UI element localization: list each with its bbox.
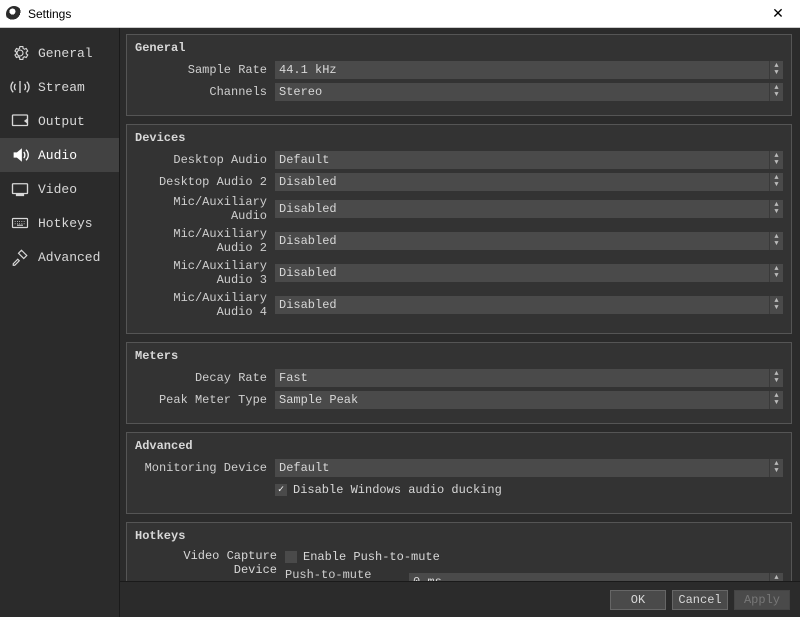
sample-rate-value: 44.1 kHz: [279, 63, 337, 77]
select-value: Sample Peak: [279, 393, 358, 407]
disable-ducking-checkbox[interactable]: ✓ Disable Windows audio ducking: [275, 483, 783, 497]
select-value: Default: [279, 461, 329, 475]
enable-ptm-checkbox[interactable]: Enable Push-to-mute: [285, 550, 440, 564]
sidebar-item-advanced[interactable]: Advanced: [0, 240, 119, 274]
decay-rate-select[interactable]: Fast ▲▼: [275, 369, 783, 387]
sidebar-item-stream[interactable]: Stream: [0, 70, 119, 104]
mic3-label: Mic/Auxiliary Audio 3: [135, 259, 275, 287]
updown-icon: ▲▼: [769, 151, 783, 169]
spin-value: 0 ms: [413, 575, 442, 581]
window-title: Settings: [28, 7, 762, 21]
sidebar-item-video[interactable]: Video: [0, 172, 119, 206]
group-advanced: Advanced Monitoring Device Default ▲▼ ✓ Dis…: [126, 432, 792, 514]
hotkey-device1-label: Video Capture Device: [135, 549, 285, 577]
gear-icon: [10, 44, 30, 62]
updown-icon: ▲▼: [769, 391, 783, 409]
group-hotkeys: Hotkeys Video Capture Device Enable Push…: [126, 522, 792, 581]
select-value: Disabled: [279, 234, 337, 248]
sample-rate-select[interactable]: 44.1 kHz ▲▼: [275, 61, 783, 79]
sidebar-item-label: Video: [38, 182, 77, 197]
audio-icon: [10, 146, 30, 164]
select-value: Disabled: [279, 202, 337, 216]
sidebar-item-label: Audio: [38, 148, 77, 163]
sidebar-item-label: General: [38, 46, 93, 61]
stream-icon: [10, 78, 30, 96]
keyboard-icon: [10, 214, 30, 232]
monitoring-device-select[interactable]: Default ▲▼: [275, 459, 783, 477]
sample-rate-label: Sample Rate: [135, 63, 275, 77]
channels-value: Stereo: [279, 85, 322, 99]
mic1-label: Mic/Auxiliary Audio: [135, 195, 275, 223]
updown-icon: ▲▼: [769, 264, 783, 282]
mic4-label: Mic/Auxiliary Audio 4: [135, 291, 275, 319]
sidebar-item-label: Output: [38, 114, 85, 129]
sidebar-item-label: Hotkeys: [38, 216, 93, 231]
app-icon: [6, 6, 22, 22]
ptm-delay-label: Push-to-mute delay: [285, 568, 405, 581]
tools-icon: [10, 248, 30, 266]
mic3-select[interactable]: Disabled ▲▼: [275, 264, 783, 282]
updown-icon: ▲▼: [769, 200, 783, 218]
cancel-button[interactable]: Cancel: [672, 590, 728, 610]
checkbox-label: Disable Windows audio ducking: [293, 483, 502, 497]
desktop-audio-label: Desktop Audio: [135, 153, 275, 167]
close-icon[interactable]: ✕: [762, 5, 794, 22]
updown-icon: ▲▼: [769, 369, 783, 387]
desktop-audio2-label: Desktop Audio 2: [135, 175, 275, 189]
updown-icon: ▲▼: [769, 296, 783, 314]
sidebar-item-label: Stream: [38, 80, 85, 95]
group-title: General: [135, 39, 783, 61]
ok-button[interactable]: OK: [610, 590, 666, 610]
channels-label: Channels: [135, 85, 275, 99]
output-icon: [10, 112, 30, 130]
apply-button[interactable]: Apply: [734, 590, 790, 610]
checkbox-icon: [285, 551, 297, 563]
monitoring-device-label: Monitoring Device: [135, 461, 275, 475]
mic1-select[interactable]: Disabled ▲▼: [275, 200, 783, 218]
peak-meter-select[interactable]: Sample Peak ▲▼: [275, 391, 783, 409]
group-title: Advanced: [135, 437, 783, 459]
settings-scroll-area[interactable]: General Sample Rate 44.1 kHz▲▼ Channels …: [120, 28, 800, 581]
sidebar-item-audio[interactable]: Audio: [0, 138, 119, 172]
mic2-select[interactable]: Disabled ▲▼: [275, 232, 783, 250]
channels-select[interactable]: Stereo ▲▼: [275, 83, 783, 101]
peak-meter-label: Peak Meter Type: [135, 393, 275, 407]
select-value: Disabled: [279, 175, 337, 189]
updown-icon: ▲▼: [769, 459, 783, 477]
updown-icon: ▲▼: [769, 61, 783, 79]
titlebar: Settings ✕: [0, 0, 800, 28]
sidebar-item-hotkeys[interactable]: Hotkeys: [0, 206, 119, 240]
select-value: Disabled: [279, 298, 337, 312]
mic4-select[interactable]: Disabled ▲▼: [275, 296, 783, 314]
checkbox-checked-icon: ✓: [275, 484, 287, 496]
group-title: Hotkeys: [135, 527, 783, 549]
updown-icon: ▲▼: [769, 232, 783, 250]
checkbox-label: Enable Push-to-mute: [303, 550, 440, 564]
desktop-audio-select[interactable]: Default ▲▼: [275, 151, 783, 169]
select-value: Disabled: [279, 266, 337, 280]
desktop-audio2-select[interactable]: Disabled ▲▼: [275, 173, 783, 191]
ptm-delay-spin[interactable]: 0 ms ▲▼: [409, 573, 783, 581]
decay-rate-label: Decay Rate: [135, 371, 275, 385]
updown-icon: ▲▼: [769, 173, 783, 191]
group-meters: Meters Decay RateFast▲▼ Peak Meter TypeS…: [126, 342, 792, 424]
updown-icon: ▲▼: [769, 83, 783, 101]
group-general: General Sample Rate 44.1 kHz▲▼ Channels …: [126, 34, 792, 116]
select-value: Fast: [279, 371, 308, 385]
updown-icon: ▲▼: [769, 573, 783, 581]
sidebar: General Stream Output Audio Video Hotkey…: [0, 28, 120, 617]
group-title: Devices: [135, 129, 783, 151]
sidebar-item-output[interactable]: Output: [0, 104, 119, 138]
sidebar-item-general[interactable]: General: [0, 36, 119, 70]
mic2-label: Mic/Auxiliary Audio 2: [135, 227, 275, 255]
sidebar-item-label: Advanced: [38, 250, 100, 265]
group-devices: Devices Desktop Audio Default ▲▼ Desktop A…: [126, 124, 792, 334]
group-title: Meters: [135, 347, 783, 369]
video-icon: [10, 180, 30, 198]
select-value: Default: [279, 153, 329, 167]
dialog-footer: OK Cancel Apply: [120, 581, 800, 617]
